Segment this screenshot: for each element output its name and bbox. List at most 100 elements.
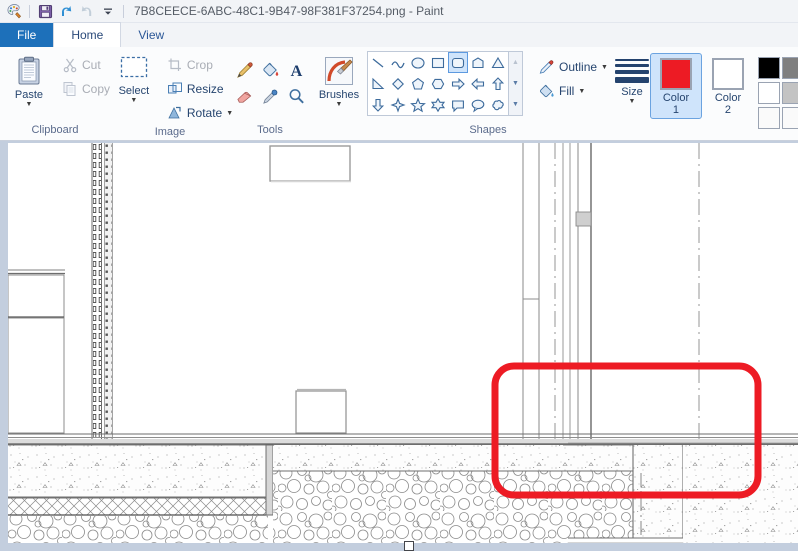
image-canvas[interactable]	[8, 143, 798, 543]
tools-group-label: Tools	[257, 124, 283, 136]
shape-rounded-callout[interactable]	[448, 94, 468, 115]
undo-icon[interactable]	[56, 2, 76, 20]
color-2-index: 2	[724, 104, 732, 116]
shapes-scroll-down-button[interactable]: ▼	[509, 73, 522, 94]
select-chevron-down-icon[interactable]: ▼	[130, 97, 137, 104]
crop-icon	[168, 58, 181, 71]
clipboard-group-label: Clipboard	[31, 124, 79, 136]
magnifier-tool-button[interactable]	[283, 83, 309, 109]
shape-down-arrow[interactable]	[368, 94, 388, 115]
rotate-button[interactable]: Rotate ▼	[164, 101, 238, 125]
brushes-chevron-down-icon[interactable]: ▼	[336, 101, 343, 108]
resize-button[interactable]: Resize	[164, 77, 238, 101]
palette-swatch-empty-1[interactable]	[758, 107, 780, 129]
palette-swatch-gray[interactable]	[782, 57, 798, 79]
brushes-button[interactable]: Brushes ▼	[311, 51, 367, 109]
color-picker-icon	[262, 89, 277, 104]
brushes-label: Brushes	[318, 89, 360, 101]
save-icon[interactable]	[35, 2, 55, 20]
shape-line[interactable]	[368, 52, 388, 73]
color-2-button[interactable]: Color 2	[702, 53, 754, 119]
shape-triangle[interactable]	[488, 52, 508, 73]
fill-button[interactable]: Fill ▼	[535, 79, 613, 103]
select-label: Select	[118, 85, 150, 97]
size-chevron-down-icon[interactable]: ▼	[629, 98, 636, 105]
select-button[interactable]: Select ▼	[106, 51, 162, 105]
palette-swatch-light-gray[interactable]	[782, 82, 798, 104]
shape-hexagon[interactable]	[428, 73, 448, 94]
color-2-label: Color	[714, 92, 742, 104]
paint-window: 7B8CEECE-6ABC-48C1-9B47-98F381F37254.png…	[0, 0, 798, 551]
shape-rounded-rectangle[interactable]	[448, 52, 469, 73]
paste-icon	[18, 56, 40, 85]
shape-right-arrow[interactable]	[448, 73, 468, 94]
shapes-scroll-up-button[interactable]: ▲	[509, 52, 522, 73]
shapes-gallery-scrollbar: ▲ ▼ ▼	[509, 51, 524, 116]
paste-button[interactable]: Paste ▼	[1, 51, 57, 109]
ribbon-group-size: Size ▼	[608, 47, 656, 140]
fill-chevron-down-icon[interactable]: ▼	[578, 88, 585, 95]
shape-cloud-callout[interactable]	[488, 94, 508, 115]
canvas-resize-handle-bottom[interactable]	[404, 541, 414, 551]
paint-app-icon[interactable]	[4, 2, 24, 20]
ribbon-tab-strip: File Home View	[0, 22, 798, 47]
ribbon-group-clipboard: Paste ▼ Cut Copy Clipboard	[0, 47, 110, 140]
shape-five-point-star[interactable]	[408, 94, 428, 115]
shape-up-arrow[interactable]	[488, 73, 508, 94]
cut-label: Cut	[82, 58, 101, 72]
ribbon-group-image: Select ▼ Crop Resize Rotate ▼ Image	[110, 47, 233, 140]
eraser-icon	[236, 91, 251, 103]
shape-rectangle[interactable]	[428, 52, 448, 73]
svg-text:A: A	[290, 63, 302, 80]
canvas-area[interactable]	[0, 141, 798, 551]
window-title: 7B8CEECE-6ABC-48C1-9B47-98F381F37254.png…	[134, 4, 444, 18]
color-1-swatch	[660, 58, 692, 90]
tab-view[interactable]: View	[121, 23, 181, 47]
redo-icon[interactable]	[77, 2, 97, 20]
outline-label: Outline	[559, 60, 598, 74]
pencil-tool-button[interactable]	[231, 57, 257, 83]
shape-oval-callout[interactable]	[468, 94, 488, 115]
crop-button[interactable]: Crop	[164, 53, 238, 77]
outline-chevron-down-icon[interactable]: ▼	[601, 64, 608, 71]
paste-chevron-down-icon[interactable]: ▼	[26, 101, 33, 108]
shape-right-triangle[interactable]	[368, 73, 388, 94]
shape-pentagon[interactable]	[408, 73, 428, 94]
eraser-tool-button[interactable]	[231, 83, 257, 109]
color-1-button[interactable]: Color 1	[650, 53, 702, 119]
image-group-label: Image	[154, 126, 186, 138]
shapes-gallery	[367, 51, 510, 116]
scissors-icon	[63, 58, 77, 73]
customize-quick-access-icon[interactable]	[98, 2, 118, 20]
size-button[interactable]: Size ▼	[609, 51, 655, 106]
shape-four-point-star[interactable]	[388, 94, 408, 115]
color-picker-tool-button[interactable]	[257, 83, 283, 109]
shape-left-arrow[interactable]	[468, 73, 488, 94]
shape-diamond[interactable]	[388, 73, 408, 94]
shape-polygon[interactable]	[468, 52, 488, 73]
shape-oval[interactable]	[408, 52, 428, 73]
outline-button[interactable]: Outline ▼	[535, 55, 613, 79]
qat-separator-2	[123, 4, 124, 18]
tab-home[interactable]: Home	[53, 22, 122, 47]
rotate-label: Rotate	[186, 106, 223, 120]
tab-file[interactable]: File	[0, 23, 54, 47]
text-tool-button[interactable]: A	[283, 57, 309, 83]
fill-with-color-icon	[262, 62, 278, 76]
shape-curve[interactable]	[388, 52, 408, 73]
magnifier-icon	[289, 88, 304, 103]
palette-swatch-white[interactable]	[758, 82, 780, 104]
palette-swatch-black[interactable]	[758, 57, 780, 79]
ribbon-group-brushes: Brushes ▼	[310, 47, 368, 140]
ribbon-group-tools: A Tools	[230, 47, 310, 140]
fill-tool-button[interactable]	[257, 57, 283, 83]
shape-six-point-star[interactable]	[428, 94, 448, 115]
shapes-expand-gallery-button[interactable]: ▼	[509, 94, 522, 115]
brushes-group-label	[311, 123, 367, 140]
ribbon-group-shapes: ▲ ▼ ▼ Outline ▼ Fill ▼ Shapes	[367, 47, 608, 140]
color-1-label: Color	[662, 92, 690, 104]
resize-icon	[167, 82, 182, 94]
fill-label: Fill	[559, 84, 575, 98]
quick-access-toolbar	[4, 2, 128, 20]
palette-swatch-empty-2[interactable]	[782, 107, 798, 129]
